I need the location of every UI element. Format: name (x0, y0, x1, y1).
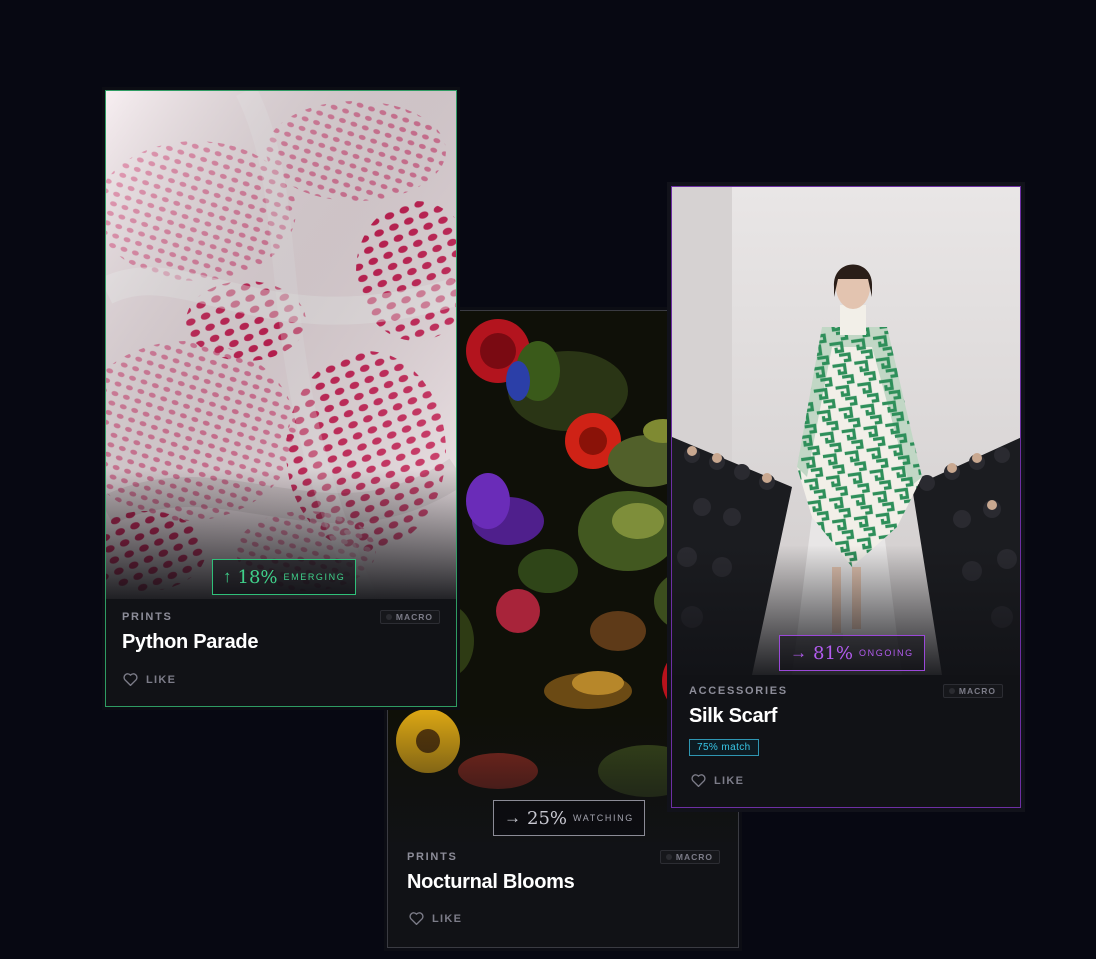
match-badge: 75% match (689, 739, 759, 756)
trend-percent: 25% (527, 807, 568, 829)
scale-dot-icon (948, 688, 955, 694)
trend-arrow-icon: ↑ (223, 567, 232, 586)
scale-tag: MACRO (942, 684, 1003, 698)
trend-percent: 81% (813, 642, 854, 664)
card-category: PRINTS (122, 611, 173, 623)
trend-arrow-icon: → (790, 643, 807, 662)
trend-card-python-parade[interactable]: ↑ 18% EMERGING PRINTS MACRO Python Parad… (105, 90, 457, 707)
scale-tag: MACRO (659, 850, 720, 864)
scale-tag: MACRO (379, 610, 440, 624)
trend-badge: ↑ 18% EMERGING (212, 559, 357, 595)
like-button[interactable]: LIKE (123, 673, 176, 686)
scale-label: MACRO (395, 612, 433, 622)
heart-icon (409, 912, 424, 925)
scale-dot-icon (385, 614, 392, 620)
card-category: ACCESSORIES (689, 685, 788, 697)
trend-badge: → 25% WATCHING (493, 800, 645, 836)
trend-status: WATCHING (573, 813, 634, 823)
card-title: Silk Scarf (689, 705, 778, 727)
trend-card-silk-scarf[interactable]: → 81% ONGOING ACCESSORIES MACRO Silk Sca… (671, 186, 1021, 808)
trend-image-python-print (106, 91, 456, 599)
like-label: LIKE (146, 673, 177, 686)
trend-status: ONGOING (859, 648, 914, 658)
card-category: PRINTS (407, 851, 458, 863)
trend-percent: 18% (237, 566, 278, 588)
like-button[interactable]: LIKE (409, 912, 462, 925)
heart-icon (691, 774, 706, 787)
trend-status: EMERGING (283, 572, 346, 582)
trend-arrow-icon: → (504, 808, 521, 827)
heart-icon (123, 673, 138, 686)
like-label: LIKE (432, 912, 463, 925)
trend-badge: → 81% ONGOING (779, 635, 925, 671)
scale-label: MACRO (675, 852, 713, 862)
scale-label: MACRO (958, 686, 996, 696)
card-title: Nocturnal Blooms (407, 871, 575, 893)
like-label: LIKE (714, 774, 745, 787)
scale-dot-icon (665, 854, 672, 860)
like-button[interactable]: LIKE (691, 774, 744, 787)
trend-image-runway (672, 187, 1020, 675)
card-title: Python Parade (122, 631, 259, 653)
